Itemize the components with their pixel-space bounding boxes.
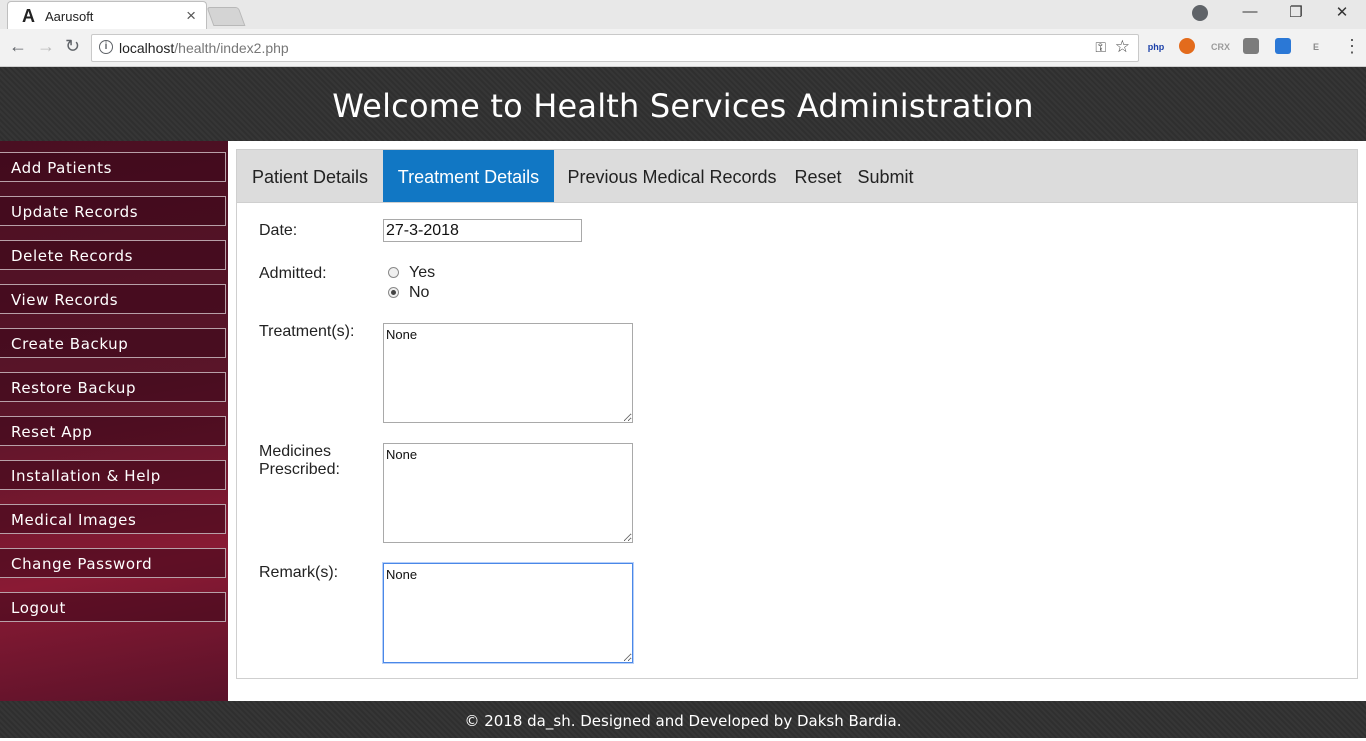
- sidebar-item-create-backup[interactable]: Create Backup: [0, 328, 226, 358]
- treatments-textarea[interactable]: None: [383, 323, 633, 423]
- admitted-no-radio[interactable]: [388, 287, 399, 298]
- url-text: localhost/health/index2.php: [119, 40, 289, 56]
- orange-ball-extension-icon[interactable]: [1179, 38, 1195, 54]
- tab-previous-medical-records[interactable]: Previous Medical Records: [554, 150, 790, 202]
- date-label: Date:: [259, 222, 298, 239]
- cube-extension-icon[interactable]: [1243, 38, 1259, 54]
- sidebar-item-installation-help[interactable]: Installation & Help: [0, 460, 226, 490]
- admitted-yes-label: Yes: [409, 264, 436, 281]
- admitted-label: Admitted:: [259, 265, 327, 282]
- php-extension-icon[interactable]: php: [1147, 38, 1165, 56]
- close-window-icon[interactable]: ✕: [1319, 3, 1365, 21]
- sidebar-item-add-patients[interactable]: Add Patients: [0, 152, 226, 182]
- browser-tab[interactable]: A Aarusoft ×: [7, 1, 207, 30]
- address-bar[interactable]: i localhost/health/index2.php ⚿ ☆: [91, 34, 1139, 62]
- remarks-label: Remark(s):: [259, 564, 339, 581]
- sidebar-item-view-records[interactable]: View Records: [0, 284, 226, 314]
- date-input[interactable]: [383, 219, 582, 242]
- notepad-extension-icon[interactable]: [1275, 38, 1291, 54]
- e-extension-icon[interactable]: E: [1307, 38, 1325, 56]
- tab-submit[interactable]: Submit: [846, 150, 925, 202]
- admitted-yes-radio[interactable]: [388, 267, 399, 278]
- page-header: Welcome to Health Services Administratio…: [0, 67, 1366, 141]
- tab-reset[interactable]: Reset: [790, 150, 846, 202]
- crx-extension-icon[interactable]: CRX: [1211, 38, 1230, 56]
- forward-icon[interactable]: →: [37, 36, 55, 57]
- sidebar-item-update-records[interactable]: Update Records: [0, 196, 226, 226]
- aarusoft-logo-icon: A: [22, 6, 35, 26]
- page-title: Welcome to Health Services Administratio…: [332, 87, 1034, 125]
- browser-menu-icon[interactable]: ⋮: [1343, 37, 1361, 55]
- sidebar-item-restore-backup[interactable]: Restore Backup: [0, 372, 226, 402]
- remarks-textarea[interactable]: None: [382, 562, 634, 664]
- sidebar-item-medical-images[interactable]: Medical Images: [0, 504, 226, 534]
- reload-icon[interactable]: ↻: [65, 36, 80, 57]
- main-panel: Patient Details Treatment Details Previous…: [236, 149, 1358, 679]
- browser-tabstrip: A Aarusoft × — ❐ ✕: [0, 0, 1366, 30]
- close-tab-icon[interactable]: ×: [186, 6, 196, 26]
- section-tabs: Patient Details Treatment Details Previous…: [237, 150, 1357, 203]
- page-footer: © 2018 da_sh. Designed and Developed by …: [0, 701, 1366, 738]
- browser-toolbar: ← → ↻ i localhost/health/index2.php ⚿ ☆ …: [0, 29, 1366, 67]
- admitted-no-label: No: [409, 284, 430, 301]
- key-icon[interactable]: ⚿: [1095, 39, 1106, 56]
- profile-icon[interactable]: [1192, 5, 1208, 21]
- sidebar-item-delete-records[interactable]: Delete Records: [0, 240, 226, 270]
- medicines-textarea[interactable]: None: [383, 443, 633, 543]
- restore-icon[interactable]: ❐: [1273, 3, 1319, 21]
- sidebar-item-logout[interactable]: Logout: [0, 592, 226, 622]
- tab-patient-details[interactable]: Patient Details: [237, 150, 383, 202]
- tab-treatment-details[interactable]: Treatment Details: [383, 150, 554, 202]
- treatments-label: Treatment(s):: [259, 323, 355, 340]
- medicines-label-line1: Medicines: [259, 443, 332, 460]
- info-icon[interactable]: i: [99, 40, 113, 54]
- sidebar: Add Patients Update Records Delete Records…: [0, 141, 228, 701]
- new-tab-button[interactable]: [206, 7, 246, 26]
- minimize-icon[interactable]: —: [1227, 3, 1273, 20]
- back-icon[interactable]: ←: [9, 36, 27, 57]
- bookmark-star-icon[interactable]: ☆: [1115, 37, 1130, 57]
- sidebar-item-change-password[interactable]: Change Password: [0, 548, 226, 578]
- tab-title: Aarusoft: [45, 9, 94, 24]
- sidebar-item-reset-app[interactable]: Reset App: [0, 416, 226, 446]
- medicines-label-line2: Prescribed:: [259, 461, 340, 478]
